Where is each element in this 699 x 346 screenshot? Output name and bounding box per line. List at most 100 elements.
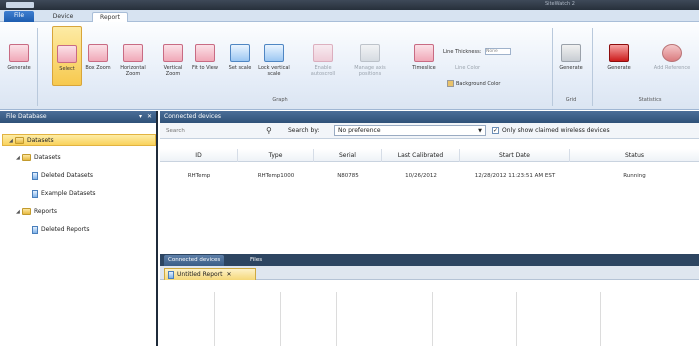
- line-thickness-spinner[interactable]: None: [485, 48, 511, 55]
- vertical-zoom-button[interactable]: Vertical Zoom: [158, 26, 188, 86]
- document-tab-strip: Untitled Report ✕: [160, 266, 699, 280]
- autoscroll-icon: [313, 44, 333, 62]
- select-button[interactable]: Select: [52, 26, 82, 86]
- search-input[interactable]: [166, 126, 266, 136]
- search-icon[interactable]: ⚲: [266, 126, 272, 135]
- add-reference-button[interactable]: Add Reference: [646, 26, 698, 86]
- grid-icon: [561, 44, 581, 62]
- divider: [37, 28, 38, 106]
- tab-files[interactable]: Files: [246, 255, 266, 266]
- tab-connected-devices[interactable]: Connected devices: [164, 255, 225, 266]
- tab-untitled-report[interactable]: Untitled Report ✕: [164, 268, 256, 280]
- app-logo: [6, 2, 34, 8]
- tab-device[interactable]: Device: [48, 12, 78, 22]
- tab-file[interactable]: File: [4, 11, 34, 22]
- claimed-devices-checkbox[interactable]: ✓: [492, 127, 499, 134]
- timeslice-label: Timeslice: [412, 65, 436, 71]
- tree-item-datasets[interactable]: ◢ Datasets: [16, 152, 61, 164]
- column-header-serial[interactable]: Serial: [314, 149, 382, 162]
- set-scale-button[interactable]: Set scale: [225, 26, 255, 86]
- column-header-start-date[interactable]: Start Date: [460, 149, 570, 162]
- chart-icon: [9, 44, 29, 62]
- tab-report[interactable]: Report: [92, 12, 128, 22]
- fit-to-view-label: Fit to View: [192, 65, 218, 71]
- set-scale-label: Set scale: [228, 65, 252, 71]
- column-header-type[interactable]: Type: [238, 149, 314, 162]
- enable-autoscroll-button[interactable]: Enable autoscroll: [305, 26, 341, 86]
- report-grid: [160, 292, 699, 346]
- cell-start-date: 12/28/2012 11:23:51 AM EST: [474, 173, 556, 179]
- grid-generate-button[interactable]: Generate: [556, 26, 586, 86]
- column-header-id[interactable]: ID: [160, 149, 238, 162]
- horizontal-zoom-button[interactable]: Horizontal Zoom: [115, 26, 151, 86]
- grid-line: [214, 292, 215, 346]
- vertical-zoom-icon: [163, 44, 183, 62]
- window-title: SiteWatch 2: [545, 1, 575, 7]
- connected-devices-header: Connected devices: [160, 111, 699, 123]
- divider: [592, 28, 593, 106]
- box-zoom-label: Box Zoom: [85, 65, 111, 71]
- tree-item-datasets-root[interactable]: ◢ Datasets: [2, 134, 156, 146]
- tree-item-deleted-datasets[interactable]: Deleted Datasets: [32, 170, 93, 182]
- horizontal-zoom-icon: [123, 44, 143, 62]
- tree-item-example-datasets[interactable]: Example Datasets: [32, 188, 96, 200]
- pointer-chart-icon: [57, 45, 77, 63]
- add-reference-label: Add Reference: [653, 65, 691, 71]
- timeslice-button[interactable]: Timeslice: [409, 26, 439, 86]
- grid-generate-label: Generate: [559, 65, 583, 71]
- lock-vertical-scale-button[interactable]: Lock vertical scale: [256, 26, 292, 86]
- generate-report-button[interactable]: Generate: [4, 26, 34, 86]
- box-zoom-button[interactable]: Box Zoom: [83, 26, 113, 86]
- fit-to-view-button[interactable]: Fit to View: [190, 26, 220, 86]
- column-header-status[interactable]: Status: [570, 149, 699, 162]
- pin-icon[interactable]: ▾: [139, 111, 142, 123]
- cell-id: RHTemp: [187, 173, 211, 179]
- statistics-generate-button[interactable]: Generate: [604, 26, 634, 86]
- grid-line: [280, 292, 281, 346]
- tree-item-label: Deleted Reports: [41, 226, 90, 233]
- tree-item-label: Datasets: [34, 154, 61, 161]
- tree-item-label: Reports: [34, 208, 58, 215]
- box-zoom-icon: [88, 44, 108, 62]
- table-row[interactable]: RHTemp RHTemp1000 N80785 10/26/2012 12/2…: [160, 171, 699, 182]
- folder-icon: [22, 154, 31, 161]
- dataset-icon: [32, 171, 38, 180]
- devices-table-header: ID Type Serial Last Calibrated Start Dat…: [160, 149, 699, 162]
- close-icon[interactable]: ✕: [147, 111, 152, 123]
- report-document-area: Untitled Report ✕: [160, 266, 699, 346]
- grid-line: [336, 292, 337, 346]
- tree-item-reports[interactable]: ◢ Reports: [16, 206, 57, 218]
- grid-line: [600, 292, 601, 346]
- cell-type: RHTemp1000: [257, 173, 295, 179]
- report-icon: [32, 225, 38, 234]
- grid-line: [516, 292, 517, 346]
- close-tab-icon[interactable]: ✕: [227, 271, 232, 278]
- manage-axis-positions-button[interactable]: Manage axis positions: [350, 26, 390, 86]
- statistics-icon: [609, 44, 629, 62]
- statistics-group-label: Statistics: [638, 97, 662, 103]
- line-thickness-control: Line Thickness: None: [443, 48, 511, 56]
- document-tab-label: Untitled Report: [177, 271, 223, 278]
- vertical-zoom-label: Vertical Zoom: [163, 65, 183, 77]
- file-database-header: File Database ▾ ✕: [0, 111, 156, 123]
- cell-status: Running: [623, 173, 646, 179]
- ribbon: Generate Select Box Zoom Horizontal Zoom…: [0, 22, 699, 110]
- search-by-select[interactable]: No preference ▼: [334, 125, 486, 136]
- manage-axis-positions-label: Manage axis positions: [354, 65, 386, 77]
- grid-group-label: Grid: [565, 97, 577, 103]
- file-database-panel: File Database ▾ ✕ ◢ Datasets ◢ Datasets De…: [0, 111, 158, 346]
- lock-vertical-scale-label: Lock vertical scale: [258, 65, 290, 77]
- column-header-last-calibrated[interactable]: Last Calibrated: [382, 149, 460, 162]
- background-color-button[interactable]: Background Color: [447, 80, 500, 88]
- file-database-title: File Database: [6, 113, 47, 120]
- chevron-down-icon: ▼: [478, 128, 482, 134]
- grid-line: [432, 292, 433, 346]
- dataset-icon: [32, 189, 38, 198]
- tree-item-label: Datasets: [27, 137, 54, 144]
- tree-item-deleted-reports[interactable]: Deleted Reports: [32, 224, 89, 236]
- tree-item-label: Example Datasets: [41, 190, 96, 197]
- axis-icon: [360, 44, 380, 62]
- generate-label: Generate: [7, 65, 31, 71]
- line-color-button[interactable]: Line Color: [455, 64, 480, 72]
- search-by-label: Search by:: [288, 127, 320, 134]
